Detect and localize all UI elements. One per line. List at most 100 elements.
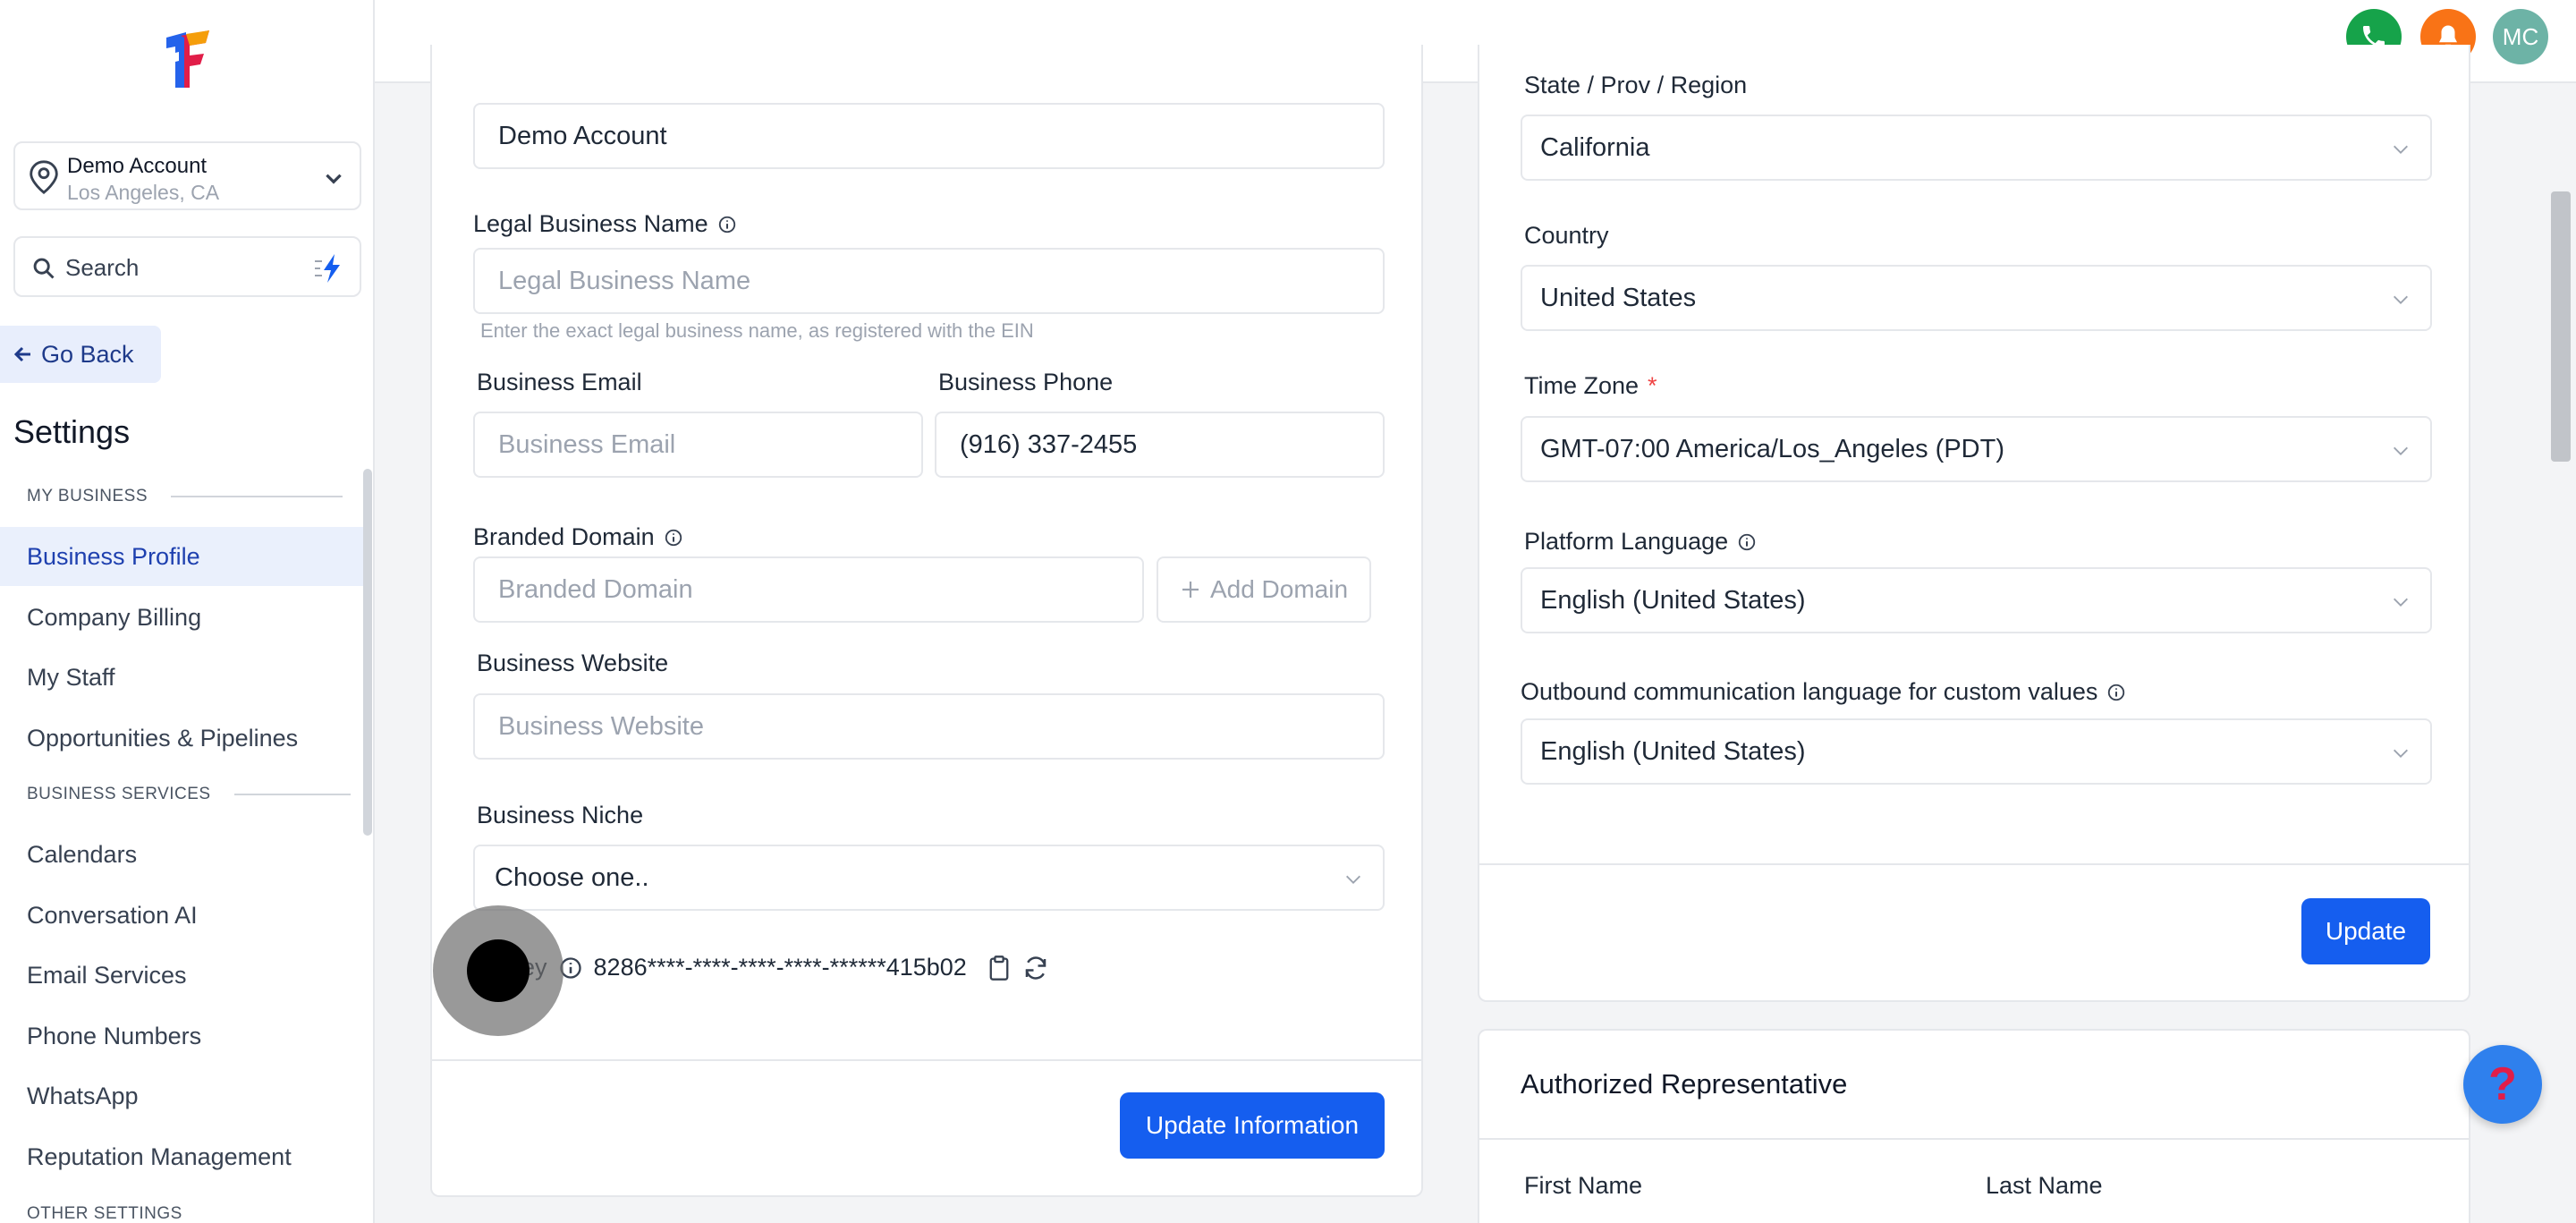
label-text: Outbound communication language for cust… (1521, 678, 2098, 705)
section-divider (233, 794, 351, 795)
section-label: OTHER SETTINGS (27, 1204, 182, 1223)
sidebar-item-phone-numbers[interactable]: Phone Numbers (0, 1006, 365, 1066)
general-info-card: Demo Account Legal Business Name Legal B… (430, 45, 1423, 1197)
sidebar-item-company-billing[interactable]: Company Billing (0, 588, 365, 647)
country-label: Country (1524, 222, 1609, 249)
update-button[interactable]: Update (2301, 898, 2430, 964)
info-icon[interactable] (1737, 532, 1757, 552)
business-niche-label: Business Niche (477, 802, 644, 828)
chevron-down-icon (2394, 749, 2408, 758)
timezone-select[interactable]: GMT-07:00 America/Los_Angeles (PDT) (1521, 416, 2432, 482)
business-email-label: Business Email (477, 369, 642, 395)
outbound-language-select[interactable]: English (United States) (1521, 718, 2432, 785)
business-phone-input[interactable]: (916) 337-2455 (935, 412, 1385, 478)
authorized-rep-title: Authorized Representative (1521, 1068, 1848, 1100)
state-select[interactable]: California (1521, 115, 2432, 181)
account-name: Demo Account (67, 154, 208, 178)
add-domain-label: Add Domain (1209, 575, 1349, 603)
branded-domain-label: Branded Domain (473, 523, 683, 551)
platform-language-value: English (United States) (1540, 585, 1806, 615)
sidebar-item-whatsapp[interactable]: WhatsApp (0, 1066, 365, 1125)
business-email-input[interactable]: Business Email (473, 412, 923, 478)
chevron-down-icon (1346, 875, 1360, 884)
state-value: California (1540, 132, 1650, 162)
clipboard-icon[interactable] (987, 955, 1012, 981)
chevron-down-icon (326, 174, 342, 184)
label-text: Time Zone (1524, 372, 1640, 399)
info-icon[interactable] (664, 528, 683, 548)
info-icon[interactable] (2106, 683, 2126, 702)
update-information-button[interactable]: Update Information (1120, 1092, 1385, 1159)
account-location: Los Angeles, CA (67, 181, 220, 204)
card-footer-divider (1479, 863, 2469, 865)
authorized-rep-card: Authorized Representative First Name Las… (1478, 1029, 2470, 1223)
sidebar-item-conversation-ai[interactable]: Conversation AI (0, 886, 365, 945)
card-footer-divider (432, 1059, 1421, 1061)
search-icon (33, 258, 55, 279)
settings-heading: Settings (13, 413, 131, 450)
api-key-value: 8286****-****-****-****-******415b02 (593, 954, 967, 981)
quick-actions-bolt-icon[interactable] (311, 251, 347, 286)
legal-name-label: Legal Business Name (473, 210, 737, 238)
refresh-icon[interactable] (1022, 955, 1049, 981)
sidebar-scrollbar[interactable] (363, 469, 372, 836)
niche-value: Choose one.. (495, 862, 649, 892)
outbound-language-value: English (United States) (1540, 736, 1806, 766)
state-label: State / Prov / Region (1524, 72, 1748, 98)
click-indicator-dot (467, 939, 530, 1002)
timezone-value: GMT-07:00 America/Los_Angeles (PDT) (1540, 434, 2004, 463)
help-button[interactable]: ? (2463, 1045, 2542, 1124)
platform-language-label: Platform Language (1524, 528, 1757, 556)
plus-icon (1182, 582, 1199, 598)
sidebar-item-reputation[interactable]: Reputation Management (0, 1127, 365, 1186)
app-logo[interactable] (159, 29, 213, 91)
chevron-down-icon (2394, 598, 2408, 607)
info-icon[interactable] (717, 215, 737, 234)
section-label: BUSINESS SERVICES (27, 785, 211, 803)
last-name-label: Last Name (1986, 1172, 2103, 1199)
friendly-name-input[interactable]: Demo Account (473, 103, 1385, 169)
sidebar-search[interactable]: Search (13, 236, 361, 297)
search-label: Search (65, 254, 140, 281)
country-value: United States (1540, 283, 1697, 312)
chevron-down-icon (2394, 145, 2408, 154)
required-asterisk: * (1648, 372, 1657, 399)
sidebar-item-opportunities[interactable]: Opportunities & Pipelines (0, 709, 365, 768)
outbound-language-label: Outbound communication language for cust… (1521, 678, 2126, 706)
sidebar: Demo Account Los Angeles, CA Search Go B… (0, 0, 375, 1223)
section-label: MY BUSINESS (27, 487, 148, 505)
main-scrollbar-thumb[interactable] (2551, 191, 2571, 462)
user-avatar[interactable]: MC (2493, 9, 2548, 64)
section-business-services: BUSINESS SERVICES (27, 785, 351, 804)
legal-name-input[interactable]: Legal Business Name (473, 248, 1385, 314)
arrow-left-icon (13, 346, 30, 362)
help-question-icon: ? (2488, 1058, 2517, 1110)
avatar-initials: MC (2502, 22, 2539, 50)
branded-domain-input[interactable]: Branded Domain (473, 556, 1144, 623)
address-settings-card: State / Prov / Region California Country… (1478, 45, 2470, 1002)
first-name-label: First Name (1524, 1172, 1643, 1199)
chevron-down-icon (2394, 446, 2408, 455)
account-switcher[interactable]: Demo Account Los Angeles, CA (13, 141, 361, 210)
business-website-input[interactable]: Business Website (473, 693, 1385, 760)
sidebar-item-business-profile[interactable]: Business Profile (0, 527, 365, 586)
section-my-business: MY BUSINESS (27, 487, 343, 506)
timezone-label: Time Zone * (1524, 372, 1657, 400)
label-text: Legal Business Name (473, 210, 708, 237)
country-select[interactable]: United States (1521, 265, 2432, 331)
add-domain-button[interactable]: Add Domain (1157, 556, 1371, 623)
section-divider (171, 496, 343, 497)
business-niche-select[interactable]: Choose one.. (473, 845, 1385, 911)
chevron-down-icon (2394, 295, 2408, 304)
business-phone-label: Business Phone (938, 369, 1114, 395)
sidebar-item-calendars[interactable]: Calendars (0, 825, 365, 884)
go-back-label: Go Back (41, 340, 134, 368)
location-pin-icon (30, 160, 58, 194)
sidebar-item-email-services[interactable]: Email Services (0, 946, 365, 1005)
legal-name-hint: Enter the exact legal business name, as … (480, 319, 1034, 342)
sidebar-item-my-staff[interactable]: My Staff (0, 648, 365, 707)
api-key-row: ey 8286****-****-****-****-******415b02 (521, 954, 1049, 981)
label-text: Platform Language (1524, 528, 1729, 555)
go-back-button[interactable]: Go Back (0, 326, 161, 383)
platform-language-select[interactable]: English (United States) (1521, 567, 2432, 633)
